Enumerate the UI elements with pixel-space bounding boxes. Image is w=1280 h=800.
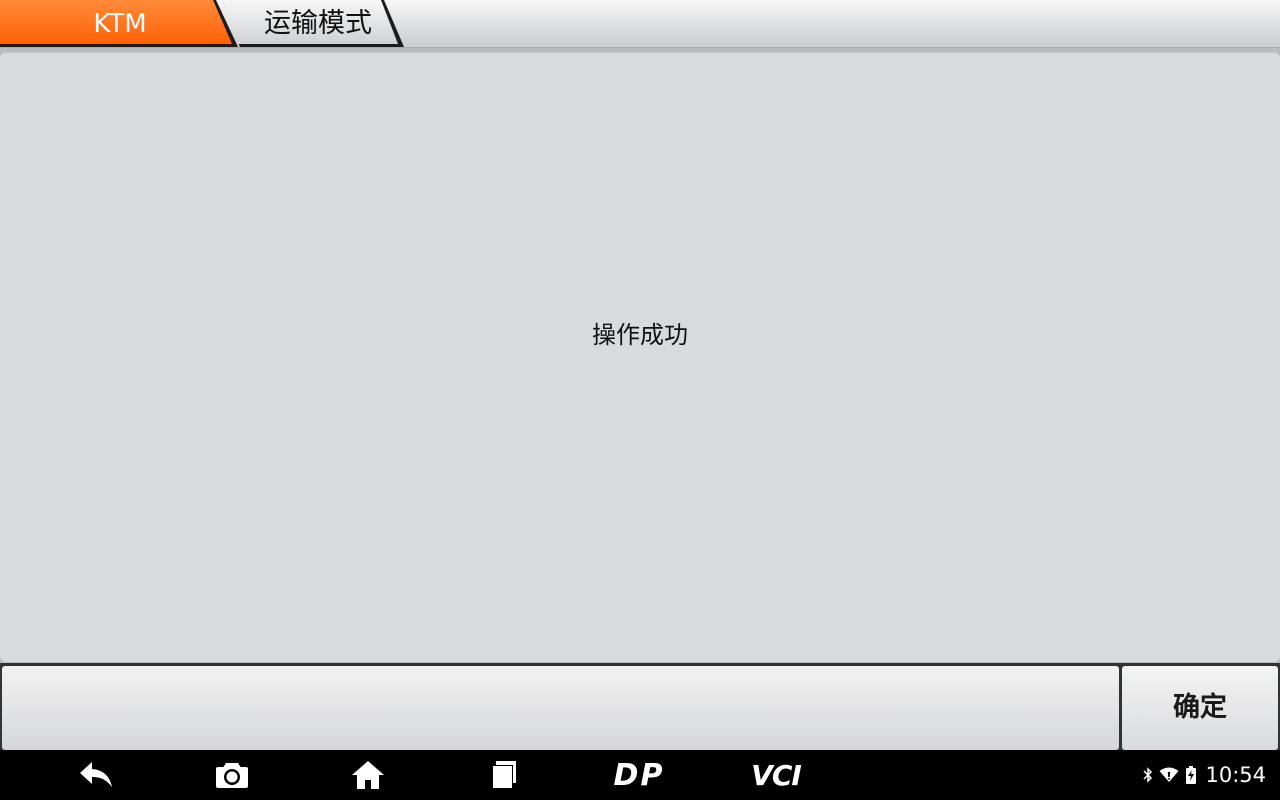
action-bar: 确定 bbox=[0, 663, 1280, 750]
navigation-bar: DP VCI 10:54 bbox=[0, 750, 1280, 800]
home-icon bbox=[352, 761, 384, 789]
battery-icon bbox=[1186, 766, 1197, 784]
back-icon bbox=[80, 762, 112, 787]
home-button[interactable] bbox=[343, 750, 393, 800]
camera-icon bbox=[216, 763, 248, 788]
bluetooth-icon bbox=[1143, 767, 1153, 783]
breadcrumb-item-ktm[interactable]: KTM bbox=[0, 0, 240, 48]
back-button[interactable] bbox=[72, 750, 122, 800]
dp-logo: DP bbox=[613, 757, 665, 793]
ok-button[interactable]: 确定 bbox=[1122, 666, 1278, 750]
breadcrumb: KTM 运输模式 bbox=[0, 0, 1280, 48]
clock: 10:54 bbox=[1205, 763, 1266, 787]
vci-button[interactable]: VCI bbox=[740, 750, 812, 800]
action-bar-empty-area bbox=[2, 666, 1119, 750]
vci-logo: VCI bbox=[751, 758, 802, 792]
status-message: 操作成功 bbox=[592, 321, 688, 349]
breadcrumb-item-transport-mode: 运输模式 bbox=[264, 8, 372, 39]
wifi-icon bbox=[1159, 767, 1179, 782]
recents-icon bbox=[492, 761, 516, 789]
status-tray: 10:54 bbox=[1143, 750, 1266, 800]
dp-button[interactable]: DP bbox=[606, 750, 672, 800]
recents-button[interactable] bbox=[479, 750, 529, 800]
main-panel: 操作成功 bbox=[0, 52, 1280, 662]
screenshot-button[interactable] bbox=[207, 750, 257, 800]
